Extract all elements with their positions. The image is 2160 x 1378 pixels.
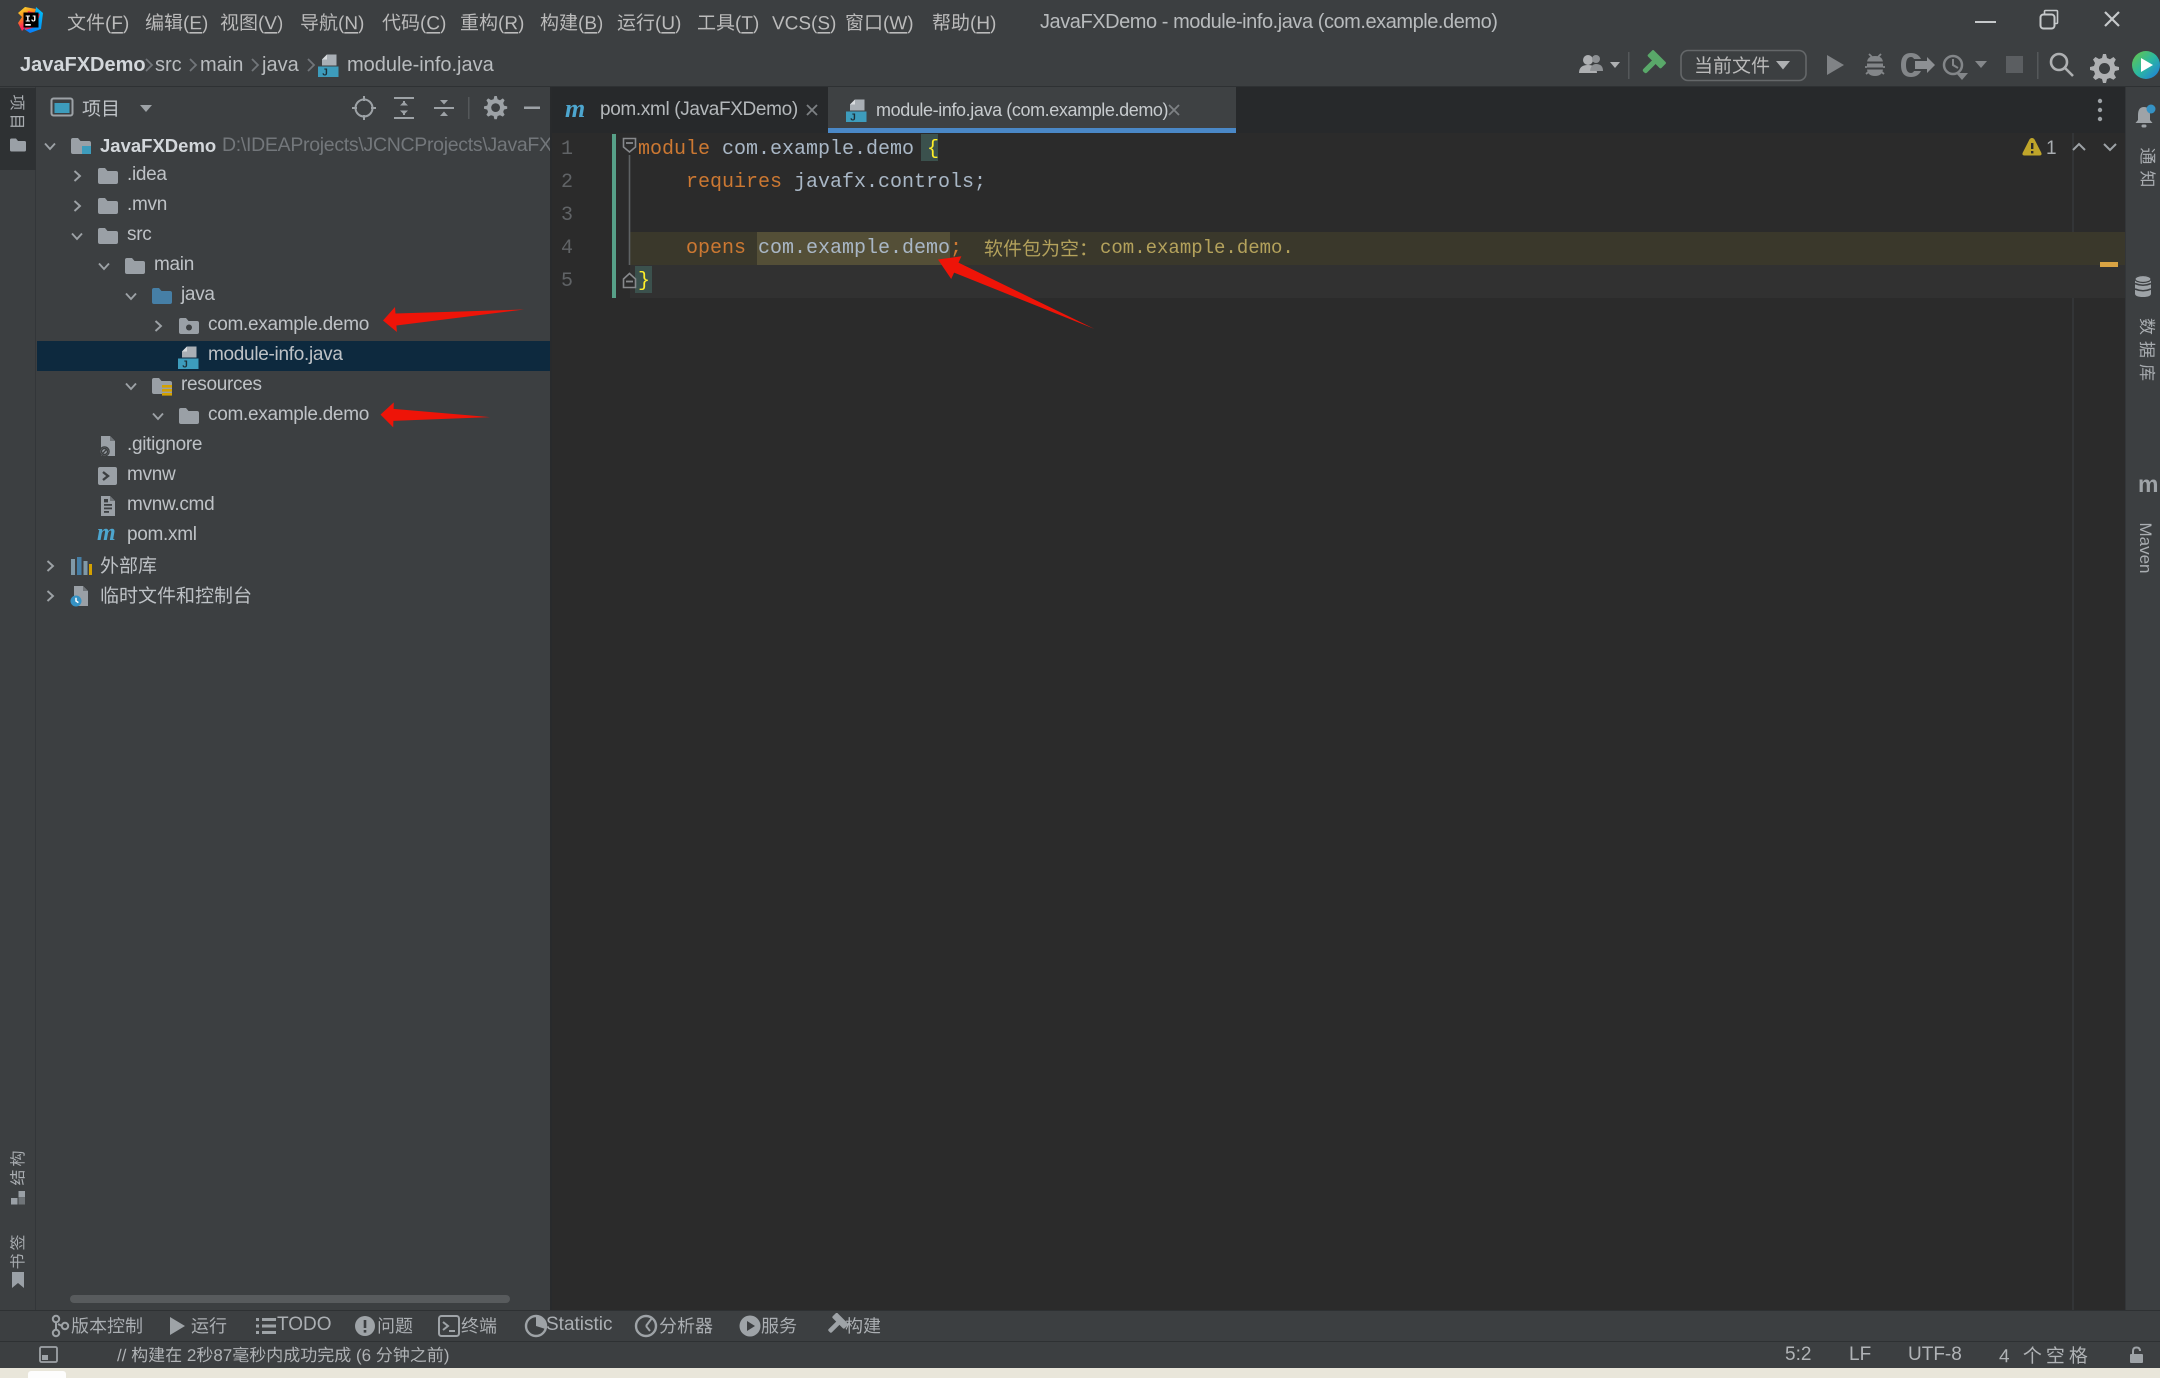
svg-text:J: J <box>850 113 856 123</box>
svg-text:1: 1 <box>2046 138 2057 159</box>
svg-text:IJ: IJ <box>25 14 36 25</box>
svg-text:J: J <box>322 68 328 78</box>
svg-text:J: J <box>182 359 188 369</box>
